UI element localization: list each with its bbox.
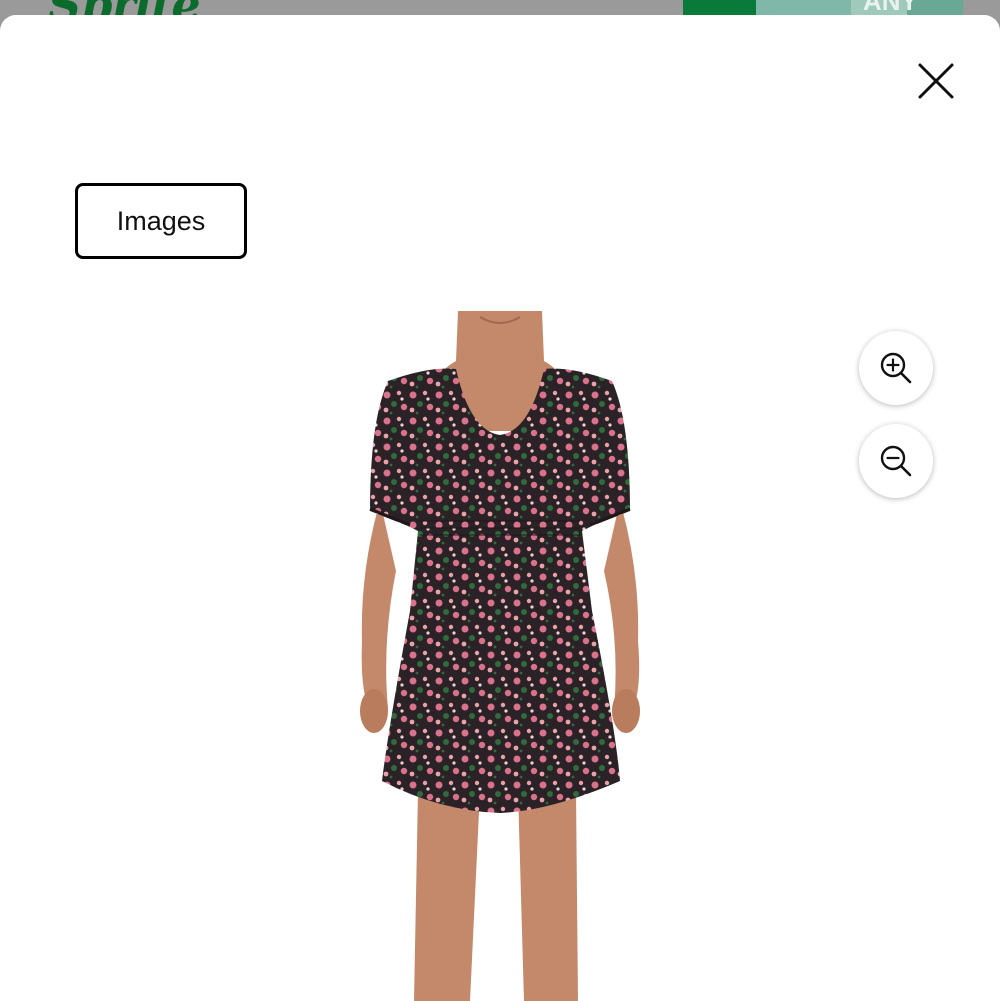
image-viewer-modal: Images (0, 15, 1000, 1001)
zoom-in-icon (880, 352, 912, 384)
zoom-out-button[interactable] (859, 424, 933, 498)
close-icon (918, 63, 954, 99)
tab-images[interactable]: Images (75, 183, 247, 259)
zoom-in-button[interactable] (859, 331, 933, 405)
product-image[interactable] (330, 311, 670, 1001)
zoom-out-icon (880, 445, 912, 477)
close-button[interactable] (910, 55, 962, 107)
